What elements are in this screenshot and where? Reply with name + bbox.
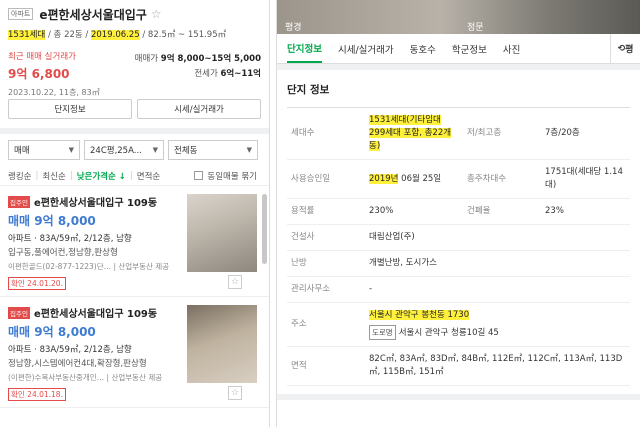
table-row: 건설사 대림산업(주) bbox=[287, 224, 630, 251]
scrollbar[interactable] bbox=[262, 194, 267, 264]
building-select[interactable]: 전체동 ▼ bbox=[168, 140, 258, 160]
complex-detail-panel: 평경 정문 단지정보 시세/실거래가 동호수 학군정보 사진 ⟲ 평 단지 정보 … bbox=[276, 0, 640, 427]
owner-badge: 집주인 bbox=[8, 195, 30, 208]
listing-agent: (이편한)수복사부동산중개인… | 산업부동산 제공 bbox=[8, 373, 163, 382]
complex-header: 아파트 e편한세상서울대입구 ☆ 1531세대 / 총 22동 / 2019.0… bbox=[0, 0, 269, 97]
share-button[interactable]: ⟲ 평 bbox=[610, 34, 640, 63]
sort-bar: 랭킹순 | 최신순 | 낮은가격순 ↓ | 면적순 동일매물 묶기 bbox=[0, 166, 269, 186]
photo-caption: 정문 bbox=[467, 23, 484, 33]
listing-thumbnail[interactable] bbox=[187, 194, 257, 272]
apt-type-badge: 아파트 bbox=[8, 8, 34, 20]
recent-price-meta: 2023.10.22, 11층, 83㎡ bbox=[8, 88, 100, 97]
tab-price-history[interactable]: 시세/실거래가 bbox=[338, 34, 394, 63]
listing-list: 집주인 e편한세상서울대입구 109동 매매 9억 8,000 아파트 · 83A… bbox=[0, 186, 269, 408]
tab-complex-info[interactable]: 단지정보 bbox=[287, 34, 322, 63]
complex-title: e편한세상서울대입구 bbox=[39, 7, 147, 22]
road-name-tag: 도로명 bbox=[369, 325, 396, 340]
trade-type-select[interactable]: 매매 ▼ bbox=[8, 140, 80, 160]
table-row: 관리사무소 - bbox=[287, 276, 630, 303]
section-title: 단지 정보 bbox=[287, 84, 330, 96]
sort-low-price[interactable]: 낮은가격순 ↓ bbox=[77, 170, 126, 182]
sort-area[interactable]: 면적순 bbox=[137, 170, 160, 182]
table-row: 용적률 230% 건폐율 23% bbox=[287, 198, 630, 225]
table-row: 면적 82C㎡, 83A㎡, 83D㎡, 84B㎡, 112E㎡, 112C㎡,… bbox=[287, 346, 630, 386]
area-select[interactable]: 24C평,25A... ▼ bbox=[84, 140, 164, 160]
favorite-star-icon[interactable]: ☆ bbox=[228, 386, 242, 400]
chevron-down-icon: ▼ bbox=[68, 146, 74, 154]
group-same-listing-toggle[interactable]: 동일매물 묶기 bbox=[194, 170, 261, 182]
table-row: 세대수 1531세대(기타임대 299세대 포함, 총22개동) 저/최고층 7… bbox=[287, 107, 630, 160]
photo-caption: 평경 bbox=[285, 23, 302, 33]
listing-name: e편한세상서울대입구 109동 bbox=[33, 309, 158, 320]
complex-info-button[interactable]: 단지정보 bbox=[8, 99, 132, 119]
table-row: 사용승인일 2019년 06월 25일 총주차대수 1751대(세대당 1.14… bbox=[287, 159, 630, 199]
list-item[interactable]: 집주인 e편한세상서울대입구 109동 매매 9억 8,000 아파트 · 83A… bbox=[0, 186, 269, 297]
tab-school-info[interactable]: 학군정보 bbox=[452, 34, 487, 63]
detail-tabs: 단지정보 시세/실거래가 동호수 학군정보 사진 ⟲ 평 bbox=[277, 34, 640, 64]
chevron-down-icon: ▼ bbox=[152, 146, 158, 154]
listing-thumbnail[interactable] bbox=[187, 305, 257, 383]
price-history-button[interactable]: 시세/실거래가 bbox=[137, 99, 261, 119]
confirm-date-badge: 확인 24.01.20. bbox=[8, 277, 66, 290]
divider bbox=[277, 394, 640, 400]
listing-agent: 이편한골드(02-877-1223)단… | 산업부동산 제공 bbox=[8, 262, 170, 271]
table-row: 난방 개별난방, 도시가스 bbox=[287, 250, 630, 277]
checkbox[interactable] bbox=[194, 171, 204, 180]
confirm-date-badge: 확인 24.01.18. bbox=[8, 388, 66, 401]
complex-photo[interactable]: 평경 정문 bbox=[277, 0, 640, 34]
listing-panel: 아파트 e편한세상서울대입구 ☆ 1531세대 / 총 22동 / 2019.0… bbox=[0, 0, 270, 427]
owner-badge: 집주인 bbox=[8, 306, 30, 319]
listing-name: e편한세상서울대입구 109동 bbox=[33, 198, 158, 209]
share-icon: ⟲ bbox=[617, 43, 626, 54]
sort-ranking[interactable]: 랭킹순 bbox=[8, 170, 31, 182]
tab-photos[interactable]: 사진 bbox=[503, 34, 520, 63]
favorite-star-icon[interactable]: ☆ bbox=[228, 275, 242, 289]
chevron-down-icon: ▼ bbox=[246, 146, 252, 154]
sort-latest[interactable]: 최신순 bbox=[42, 170, 65, 182]
road-address: 서울시 관악구 청룡10길 45 bbox=[398, 328, 499, 338]
complex-info-section: 단지 정보 세대수 1531세대(기타임대 299세대 포함, 총22개동) 저… bbox=[277, 70, 640, 386]
complex-info-table: 세대수 1531세대(기타임대 299세대 포함, 총22개동) 저/최고층 7… bbox=[287, 107, 630, 386]
price-ranges: 매매가 9억 8,000~15억 5,000 전세가 6억~11억 bbox=[134, 54, 261, 79]
favorite-star-icon[interactable]: ☆ bbox=[151, 7, 162, 21]
tab-unit-numbers[interactable]: 동호수 bbox=[410, 34, 436, 63]
complex-summary: 1531세대 / 총 22동 / 2019.06.25 / 82.5㎡ ~ 15… bbox=[8, 30, 227, 40]
list-item[interactable]: 집주인 e편한세상서울대입구 109동 매매 9억 8,000 아파트 · 83A… bbox=[0, 297, 269, 408]
table-row: 주소 서울시 관악구 봉천동 1730 도로명 서울시 관악구 청룡10길 45 bbox=[287, 302, 630, 347]
address-text: 서울시 관악구 봉천동 1730 bbox=[369, 310, 470, 320]
